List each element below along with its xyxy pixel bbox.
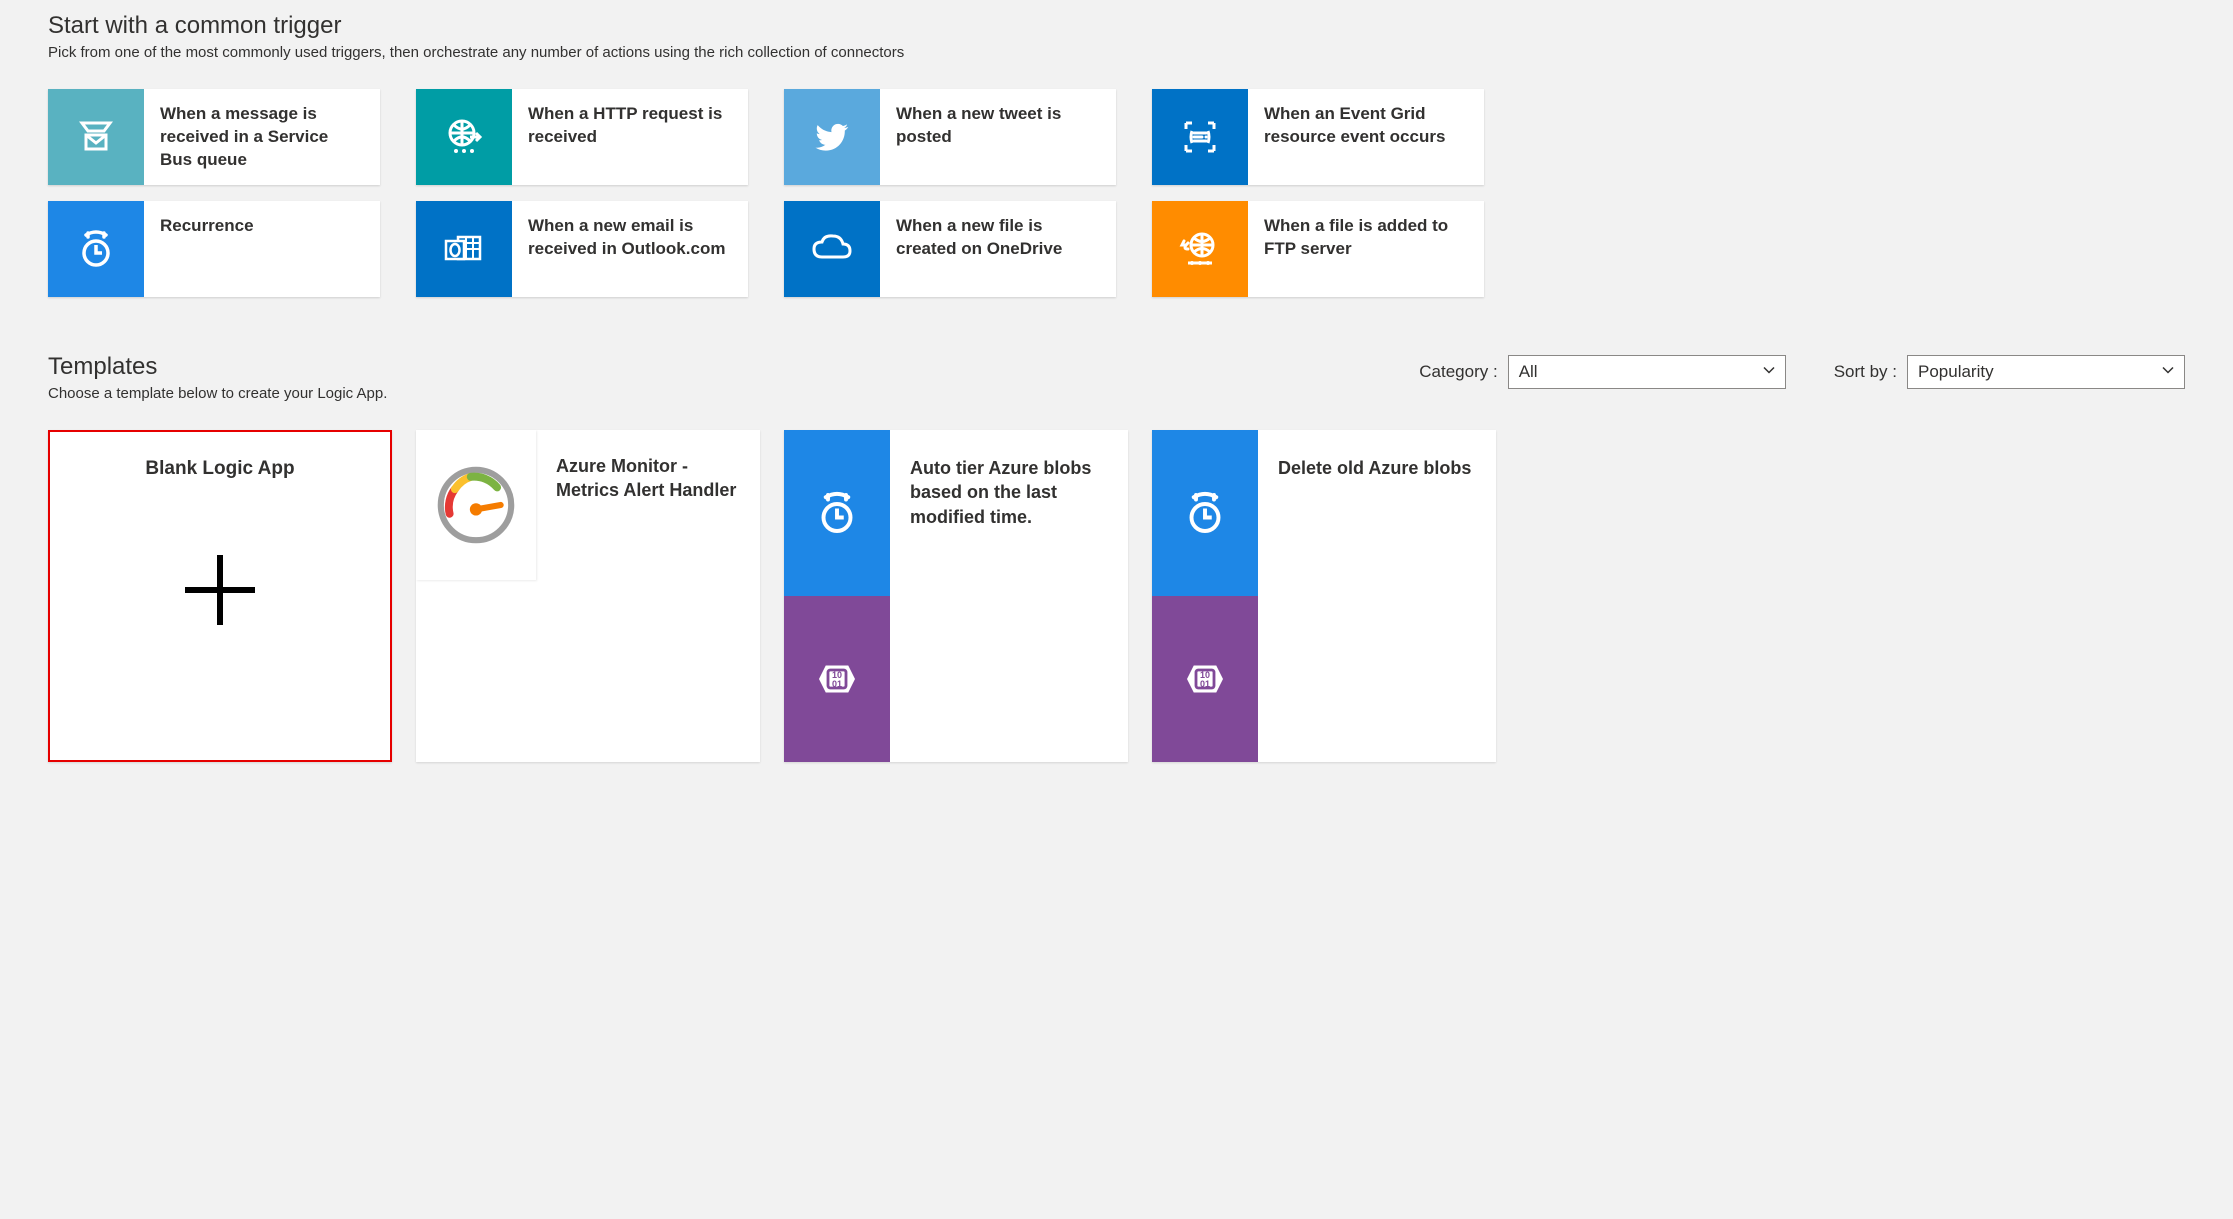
category-label: Category : <box>1419 362 1497 382</box>
category-select-value: All <box>1519 362 1538 382</box>
event-grid-icon <box>1152 89 1248 185</box>
trigger-label: When a file is added to FTP server <box>1248 201 1484 297</box>
onedrive-icon <box>784 201 880 297</box>
ftp-icon <box>1152 201 1248 297</box>
trigger-label: Recurrence <box>144 201 380 297</box>
trigger-label: When a new tweet is posted <box>880 89 1116 185</box>
recurrence-icon <box>1152 430 1258 596</box>
template-card-auto-tier-blobs[interactable]: 1001 Auto tier Azure blobs based on the … <box>784 430 1128 762</box>
sort-select-value: Popularity <box>1918 362 1994 382</box>
template-title: Delete old Azure blobs <box>1258 430 1496 480</box>
template-card-azure-monitor[interactable]: Azure Monitor - Metrics Alert Handler <box>416 430 760 762</box>
trigger-card-ftp[interactable]: When a file is added to FTP server <box>1152 201 1484 297</box>
trigger-card-event-grid[interactable]: When an Event Grid resource event occurs <box>1152 89 1484 185</box>
http-icon <box>416 89 512 185</box>
template-title: Auto tier Azure blobs based on the last … <box>890 430 1128 529</box>
trigger-card-recurrence[interactable]: Recurrence <box>48 201 380 297</box>
templates-section-subtitle: Choose a template below to create your L… <box>48 385 387 402</box>
trigger-card-outlook[interactable]: When a new email is received in Outlook.… <box>416 201 748 297</box>
triggers-section-title: Start with a common trigger <box>48 12 2185 40</box>
twitter-icon <box>784 89 880 185</box>
trigger-label: When a new email is received in Outlook.… <box>512 201 748 297</box>
outlook-icon <box>416 201 512 297</box>
triggers-section-subtitle: Pick from one of the most commonly used … <box>48 44 2185 61</box>
template-card-blank[interactable]: Blank Logic App <box>48 430 392 762</box>
trigger-card-onedrive[interactable]: When a new file is created on OneDrive <box>784 201 1116 297</box>
service-bus-icon <box>48 89 144 185</box>
trigger-card-http[interactable]: When a HTTP request is received <box>416 89 748 185</box>
trigger-label: When a message is received in a Service … <box>144 89 380 185</box>
template-title: Blank Logic App <box>145 458 294 480</box>
trigger-grid: When a message is received in a Service … <box>48 89 2185 297</box>
recurrence-icon <box>784 430 890 596</box>
gauge-icon <box>416 430 536 580</box>
trigger-label: When a new file is created on OneDrive <box>880 201 1116 297</box>
plus-icon <box>180 550 260 635</box>
trigger-card-twitter[interactable]: When a new tweet is posted <box>784 89 1116 185</box>
recurrence-icon <box>48 201 144 297</box>
sort-label: Sort by : <box>1834 362 1897 382</box>
svg-text:01: 01 <box>1200 679 1210 689</box>
svg-text:01: 01 <box>832 679 842 689</box>
sort-select[interactable]: Popularity <box>1907 355 2185 389</box>
trigger-label: When an Event Grid resource event occurs <box>1248 89 1484 185</box>
blob-icon: 1001 <box>1152 596 1258 762</box>
trigger-label: When a HTTP request is received <box>512 89 748 185</box>
template-title: Azure Monitor - Metrics Alert Handler <box>536 430 760 503</box>
chevron-down-icon <box>1761 362 1777 383</box>
category-select[interactable]: All <box>1508 355 1786 389</box>
template-grid: Blank Logic App Azure Monitor - M <box>48 430 2185 762</box>
chevron-down-icon <box>2160 362 2176 383</box>
trigger-card-service-bus[interactable]: When a message is received in a Service … <box>48 89 380 185</box>
templates-section-title: Templates <box>48 353 387 381</box>
blob-icon: 1001 <box>784 596 890 762</box>
template-card-delete-old-blobs[interactable]: 1001 Delete old Azure blobs <box>1152 430 1496 762</box>
